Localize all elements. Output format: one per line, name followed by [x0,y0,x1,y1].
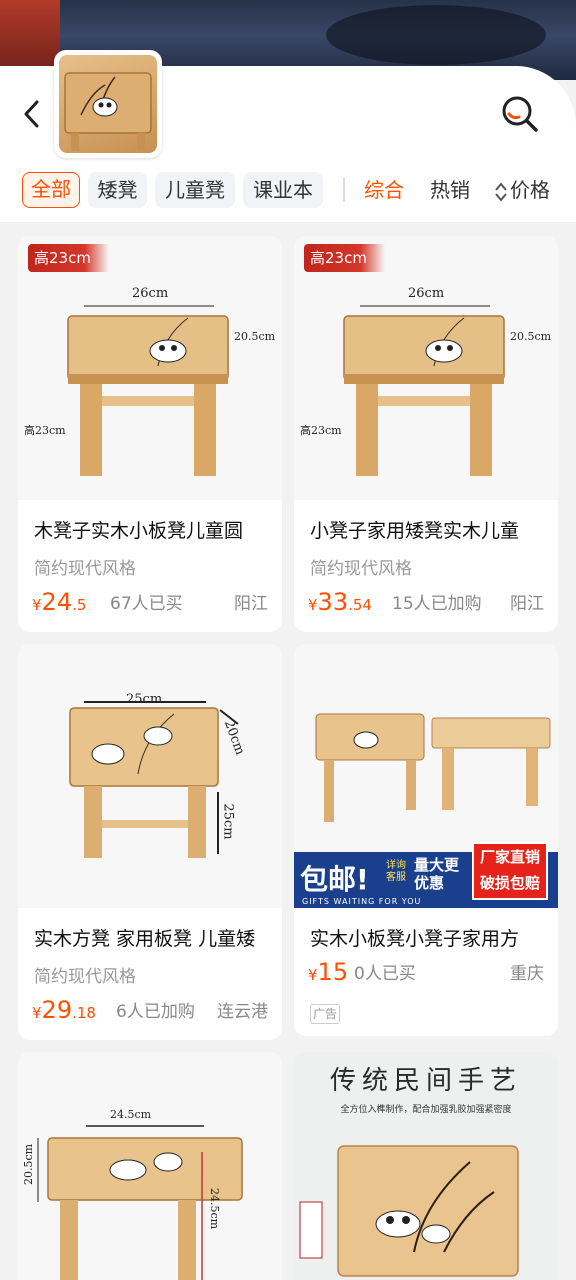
product-image: 高23cm 26cm 20.5cm 高23cm [294,236,558,500]
stool-illustration [69,701,239,858]
product-title: 小凳子家用矮凳实木儿童 [310,520,520,542]
dim-width: 26cm [132,286,169,301]
two-stools-illustration [315,713,551,822]
search-image-thumbnail[interactable] [54,50,162,158]
promo-banner: 包邮! 详询客服 量大更优惠 厂家直销破损包赔 GIFTS WAITING FO… [294,842,558,908]
product-image: 传统民间手艺 全方位入榫制作，配合加强乳胶加强紧密度 [294,1052,558,1280]
chip-low-stool[interactable]: 矮凳 [88,172,147,208]
sort-comprehensive[interactable]: 综合 [364,172,404,208]
dim-depth: 20.5cm [234,330,276,343]
product-style: 简约现代风格 [310,559,412,579]
price-row: ¥29.18 6人已加购 连云港 [32,996,268,1026]
product-image: 高23cm 26cm 20.5cm 高23cm [18,236,282,500]
dim-height: 24.5cm [208,1187,222,1230]
ad-tag: 广告 [310,1004,340,1024]
product-image: 25cm 20cm 25cm [18,644,282,908]
craft-subline: 全方位入榫制作，配合加强乳胶加强紧密度 [340,1105,512,1115]
dim-width: 26cm [408,286,445,301]
back-button[interactable] [14,96,50,132]
height-badge: 高23cm [304,244,385,272]
sold-count: 6人已加购 [116,1002,195,1022]
sold-count: 0人已买 [354,964,416,984]
chip-homework-book[interactable]: 课业本 [243,172,323,208]
promo-ask-service: 详询客服 [386,860,406,883]
dim-height: 高23cm [24,424,66,437]
product-title: 实木方凳 家用板凳 儿童矮 [34,928,256,950]
ship-location: 阳江 [234,594,268,614]
chip-kids-stool[interactable]: 儿童凳 [155,172,235,208]
sort-hot-sales[interactable]: 热销 [430,172,470,208]
promo-factory-direct: 厂家直销破损包赔 [472,842,548,900]
dim-height: 高23cm [300,424,342,437]
stool-illustration [37,1125,243,1280]
promo-free-shipping: 包邮! [300,863,369,896]
price-row: ¥24.5 67人已买 阳江 [32,588,268,618]
dim-depth: 20.5cm [510,330,552,343]
product-price: ¥29.18 [32,996,96,1024]
price-row: ¥15 0人已买 重庆 [308,958,544,988]
dim-depth: 20.5cm [22,1143,36,1186]
product-card[interactable]: 24.5cm 20.5cm 24.5cm [18,1052,282,1280]
product-card-ad[interactable]: 包邮! 详询客服 量大更优惠 厂家直销破损包赔 GIFTS WAITING FO… [294,644,558,1036]
promo-bulk-discount: 量大更优惠 [414,856,460,892]
stool-thumbnail-graphic [64,72,152,151]
product-card[interactable]: 高23cm 26cm 20.5cm 高23cm 小凳子家用矮凳实木儿童 简约现代… [294,236,558,632]
product-style: 简约现代风格 [34,559,136,579]
sort-price-label: 价格 [510,178,550,202]
craft-headline: 传统民间手艺 [329,1066,522,1096]
ship-location: 阳江 [510,594,544,614]
search-button[interactable] [500,94,540,134]
product-card[interactable]: 传统民间手艺 全方位入榫制作，配合加强乳胶加强紧密度 [294,1052,558,1280]
filter-divider [343,178,345,202]
dim-height: 25cm [220,803,236,840]
promo-english-text: GIFTS WAITING FOR YOU [302,897,422,906]
product-title: 木凳子实木小板凳儿童圆 [34,520,244,542]
chevron-left-icon [24,100,39,128]
price-row: ¥33.54 15人已加购 阳江 [308,588,544,618]
product-title: 实木小板凳小凳子家用方 [310,928,520,950]
chip-all[interactable]: 全部 [22,172,80,208]
product-price: ¥24.5 [32,588,87,616]
sort-arrows-icon [495,181,507,202]
stool-illustration [343,305,505,476]
ship-location: 连云港 [217,1002,268,1022]
dim-width: 25cm [126,692,163,707]
search-icon [502,96,538,132]
product-image: 24.5cm 20.5cm 24.5cm [18,1052,282,1280]
sold-count: 15人已加购 [392,594,482,614]
filter-bar: 全部 矮凳 儿童凳 课业本 综合 热销 价格 [0,172,576,210]
sort-price[interactable]: 价格 [494,172,550,208]
sold-count: 67人已买 [110,594,183,614]
dim-width: 24.5cm [110,1108,152,1121]
product-card[interactable]: 25cm 20cm 25cm 实木方凳 家用板凳 儿童矮 简约现代风格 ¥29.… [18,644,282,1040]
product-image: 包邮! 详询客服 量大更优惠 厂家直销破损包赔 GIFTS WAITING FO… [294,644,558,908]
product-card[interactable]: 高23cm 26cm 20.5cm 高23cm 木凳子实木小板凳儿童圆 简约现代… [18,236,282,632]
height-badge: 高23cm [28,244,109,272]
product-price: ¥33.54 [308,588,372,616]
product-price: ¥15 [308,958,349,986]
product-style: 简约现代风格 [34,967,136,987]
stool-illustration [67,305,229,476]
ship-location: 重庆 [510,964,544,984]
